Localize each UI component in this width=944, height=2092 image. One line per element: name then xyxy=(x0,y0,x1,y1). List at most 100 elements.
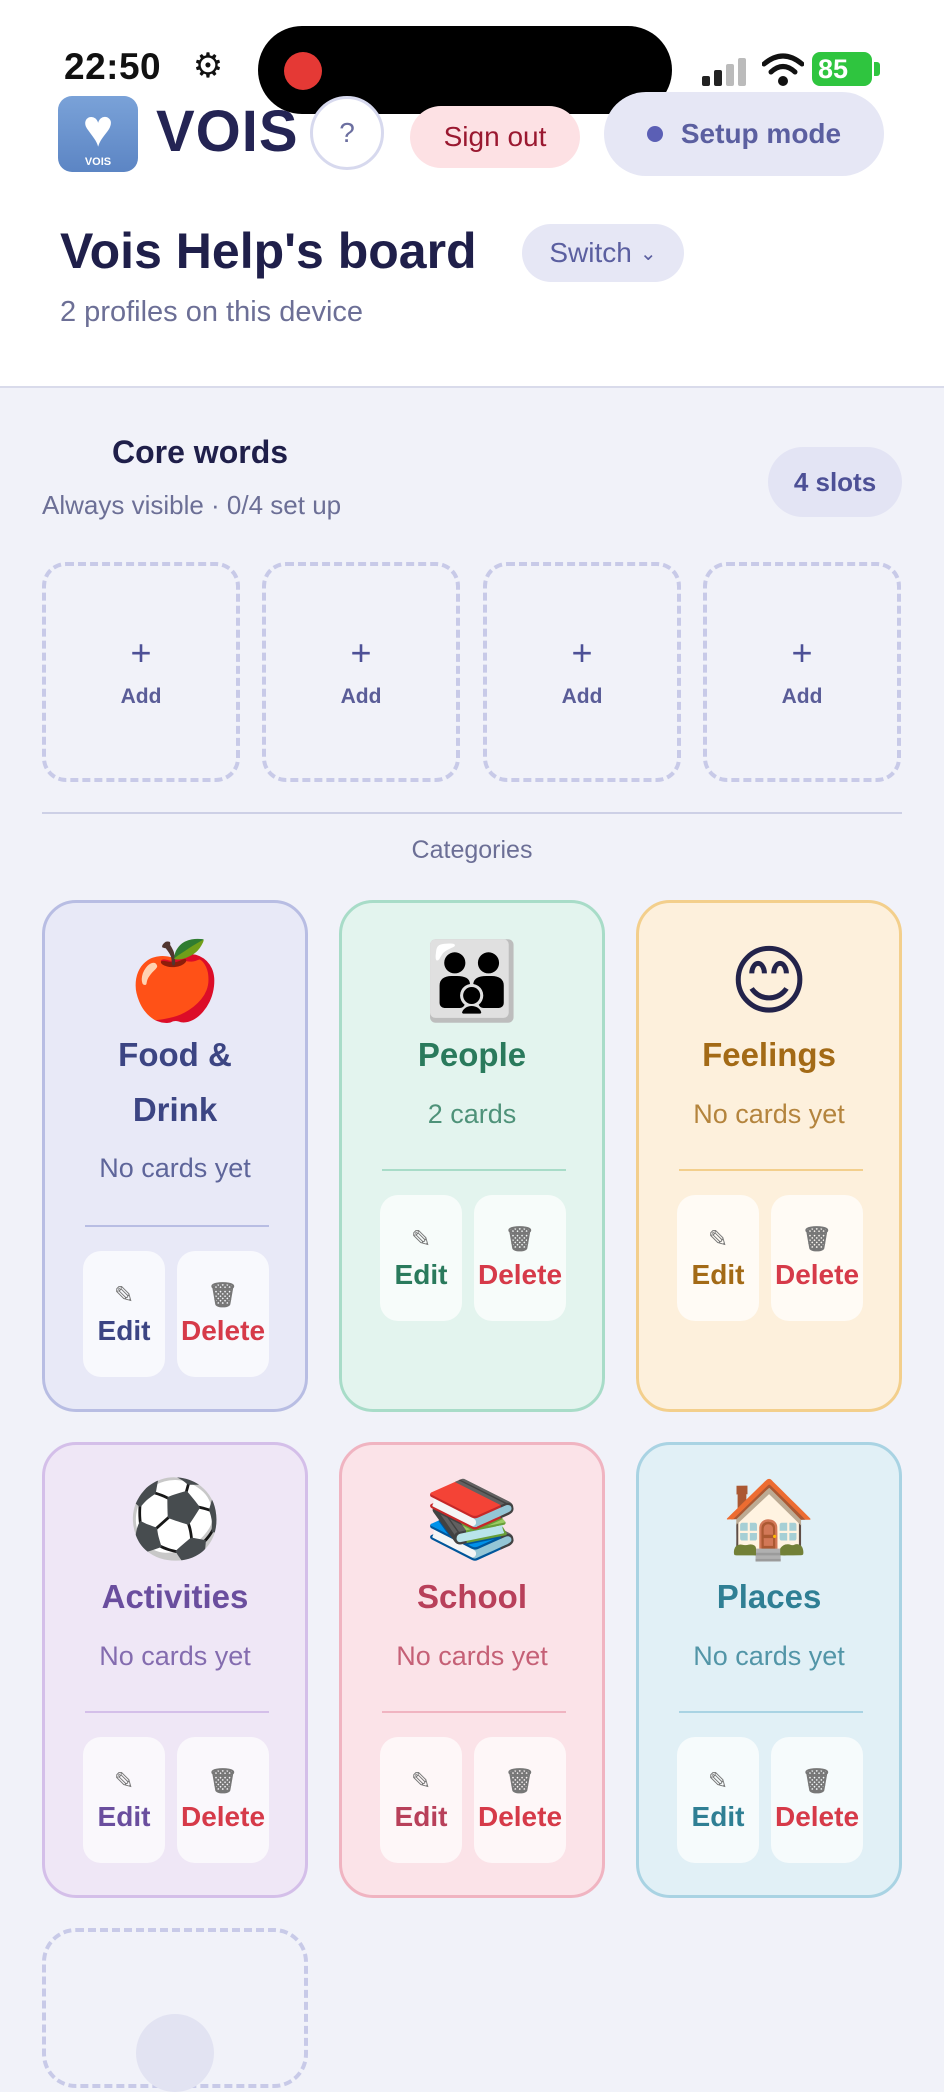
delete-button[interactable]: 🗑 Delete xyxy=(771,1737,863,1863)
battery-indicator: 85 xyxy=(812,52,872,86)
pencil-icon: ✎ xyxy=(113,1768,135,1795)
trash-icon: 🗑 xyxy=(504,1226,536,1253)
category-title: Places xyxy=(716,1578,822,1615)
chevron-down-icon: ⌄ xyxy=(639,242,657,265)
edit-label: Edit xyxy=(691,1801,745,1832)
battery-tip xyxy=(874,62,880,76)
help-button[interactable]: ? xyxy=(310,96,384,170)
delete-label: Delete xyxy=(180,1801,266,1832)
edit-button[interactable]: ✎ Edit xyxy=(677,1195,759,1321)
edit-label: Edit xyxy=(97,1801,151,1832)
pencil-icon: ✎ xyxy=(410,1768,432,1795)
trash-icon: 🗑 xyxy=(801,1226,833,1253)
core-words-subtitle: Always visible · 0/4 set up xyxy=(42,490,342,520)
edit-label: Edit xyxy=(97,1315,151,1346)
category-count: 2 cards xyxy=(427,1099,517,1129)
edit-label: Edit xyxy=(394,1259,448,1290)
heart-icon: ♥ xyxy=(82,100,114,158)
category-count: No cards yet xyxy=(693,1641,845,1671)
category-count: No cards yet xyxy=(99,1153,251,1183)
category-card-places[interactable]: 🏠 Places No cards yet ✎ Edit 🗑 Delete xyxy=(636,1442,902,1898)
card-divider xyxy=(679,1711,863,1713)
setup-mode-button[interactable]: Setup mode xyxy=(604,92,884,176)
category-card-activities[interactable]: ⚽ Activities No cards yet ✎ Edit 🗑 Delet… xyxy=(42,1442,308,1898)
switch-label: Switch xyxy=(549,237,632,268)
delete-button[interactable]: 🗑 Delete xyxy=(474,1195,566,1321)
card-divider xyxy=(85,1225,269,1227)
core-word-add-slot[interactable]: + Add xyxy=(262,562,460,782)
edit-label: Edit xyxy=(394,1801,448,1832)
category-card-school[interactable]: 📚 School No cards yet ✎ Edit 🗑 Delete xyxy=(339,1442,605,1898)
people-icon: 👪 xyxy=(424,939,520,1024)
pencil-icon: ✎ xyxy=(113,1282,135,1309)
edit-button[interactable]: ✎ Edit xyxy=(83,1737,165,1863)
category-card-feelings[interactable]: 😊 Feelings No cards yet ✎ Edit 🗑 Delete xyxy=(636,900,902,1412)
add-label: Add xyxy=(781,685,823,708)
category-count: No cards yet xyxy=(396,1641,548,1671)
category-count: No cards yet xyxy=(693,1099,845,1129)
smiley-icon: 😊 xyxy=(729,939,809,1024)
category-title: Feelings xyxy=(702,1036,836,1073)
trash-icon: 🗑 xyxy=(207,1768,239,1795)
board-title: Vois Help's board xyxy=(60,223,477,279)
plus-icon: + xyxy=(130,632,152,673)
delete-button[interactable]: 🗑 Delete xyxy=(474,1737,566,1863)
profiles-count-text: 2 profiles on this device xyxy=(60,296,364,328)
brand-name: VOIS xyxy=(156,99,299,164)
category-title: People xyxy=(417,1036,527,1073)
plus-icon: + xyxy=(791,632,813,673)
slots-badge: 4 slots xyxy=(768,447,902,517)
delete-button[interactable]: 🗑 Delete xyxy=(771,1195,863,1321)
plus-icon: + xyxy=(350,632,372,673)
add-label: Add xyxy=(340,685,382,708)
delete-label: Delete xyxy=(774,1259,860,1290)
plus-icon: + xyxy=(571,632,593,673)
soccer-ball-icon: ⚽ xyxy=(127,1477,223,1562)
pencil-icon: ✎ xyxy=(707,1226,729,1253)
cellular-signal-icon xyxy=(702,58,746,86)
delete-button[interactable]: 🗑 Delete xyxy=(177,1737,269,1863)
add-category-circle[interactable] xyxy=(136,2014,214,2092)
delete-label: Delete xyxy=(477,1801,563,1832)
card-divider xyxy=(382,1169,566,1171)
edit-button[interactable]: ✎ Edit xyxy=(83,1251,165,1377)
category-title: Food & Drink xyxy=(118,1036,232,1128)
category-card-food-drink[interactable]: 🍎 Food & Drink No cards yet ✎ Edit 🗑 Del… xyxy=(42,900,308,1412)
pencil-icon: ✎ xyxy=(410,1226,432,1253)
section-divider xyxy=(42,812,902,814)
delete-label: Delete xyxy=(477,1259,563,1290)
core-word-add-slot[interactable]: + Add xyxy=(42,562,240,782)
category-title: Activities xyxy=(101,1578,249,1615)
category-count: No cards yet xyxy=(99,1641,251,1671)
books-icon: 📚 xyxy=(424,1477,520,1562)
add-label: Add xyxy=(120,685,162,708)
core-word-add-slot[interactable]: + Add xyxy=(703,562,901,782)
sign-out-button[interactable]: Sign out xyxy=(410,106,580,168)
apple-icon: 🍎 xyxy=(127,939,223,1024)
house-icon: 🏠 xyxy=(721,1477,817,1562)
trash-icon: 🗑 xyxy=(801,1768,833,1795)
card-divider xyxy=(382,1711,566,1713)
category-card-people[interactable]: 👪 People 2 cards ✎ Edit 🗑 Delete xyxy=(339,900,605,1412)
card-divider xyxy=(679,1169,863,1171)
status-time: 22:50 xyxy=(64,46,162,87)
categories-label: Categories xyxy=(411,836,533,864)
setup-mode-label: Setup mode xyxy=(680,118,842,149)
edit-button[interactable]: ✎ Edit xyxy=(380,1737,462,1863)
edit-button[interactable]: ✎ Edit xyxy=(677,1737,759,1863)
wifi-icon xyxy=(762,53,804,86)
setup-mode-dot-icon xyxy=(646,126,663,142)
core-word-add-slot[interactable]: + Add xyxy=(483,562,681,782)
add-label: Add xyxy=(561,685,603,708)
delete-label: Delete xyxy=(180,1315,266,1346)
delete-label: Delete xyxy=(774,1801,860,1832)
switch-profile-button[interactable]: Switch ⌄ xyxy=(522,224,684,282)
core-words-title: Core words xyxy=(112,434,289,470)
card-divider xyxy=(85,1711,269,1713)
gear-icon: ⚙ xyxy=(192,47,224,85)
pencil-icon: ✎ xyxy=(707,1768,729,1795)
delete-button[interactable]: 🗑 Delete xyxy=(177,1251,269,1377)
recording-indicator xyxy=(284,52,322,90)
logo-caption: VOIS xyxy=(84,156,112,168)
edit-button[interactable]: ✎ Edit xyxy=(380,1195,462,1321)
